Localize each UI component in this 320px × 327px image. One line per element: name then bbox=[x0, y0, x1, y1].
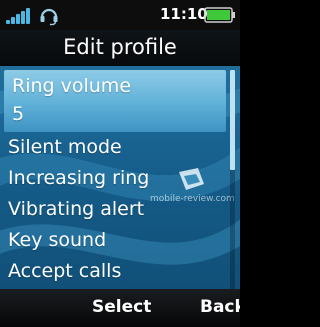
back-softkey[interactable]: Back bbox=[200, 297, 240, 317]
menu-item-ring-volume[interactable]: Ring volume 5 bbox=[4, 70, 226, 132]
battery-full-icon bbox=[204, 7, 235, 23]
watermark-text: mobile-review.com bbox=[150, 194, 235, 204]
menu-item-value: 5 bbox=[12, 103, 25, 125]
headset-icon bbox=[40, 8, 58, 26]
clock: 11:10 bbox=[160, 5, 208, 23]
menu-item-label: Accept calls bbox=[8, 260, 122, 282]
menu-item-label: Key sound bbox=[8, 229, 107, 251]
watermark-logo-icon bbox=[179, 168, 204, 190]
status-bar: 11:10 bbox=[0, 0, 240, 30]
menu-item-label: Ring volume bbox=[12, 75, 132, 97]
signal-strength-icon bbox=[6, 8, 32, 24]
menu-item-label: Silent mode bbox=[8, 136, 122, 158]
menu-item-label: Increasing ring bbox=[8, 167, 150, 189]
softkey-bar: Select Back bbox=[0, 289, 240, 327]
phone-screen: 11:10 Edit profile Ring volume 5 Silent … bbox=[0, 0, 240, 327]
select-softkey[interactable]: Select bbox=[92, 297, 151, 317]
scrollbar-thumb[interactable] bbox=[230, 70, 235, 170]
menu-item-label: Vibrating alert bbox=[8, 198, 145, 220]
menu-list: Ring volume 5 Silent mode Increasing rin… bbox=[0, 66, 240, 289]
page-title: Edit profile bbox=[0, 30, 240, 66]
